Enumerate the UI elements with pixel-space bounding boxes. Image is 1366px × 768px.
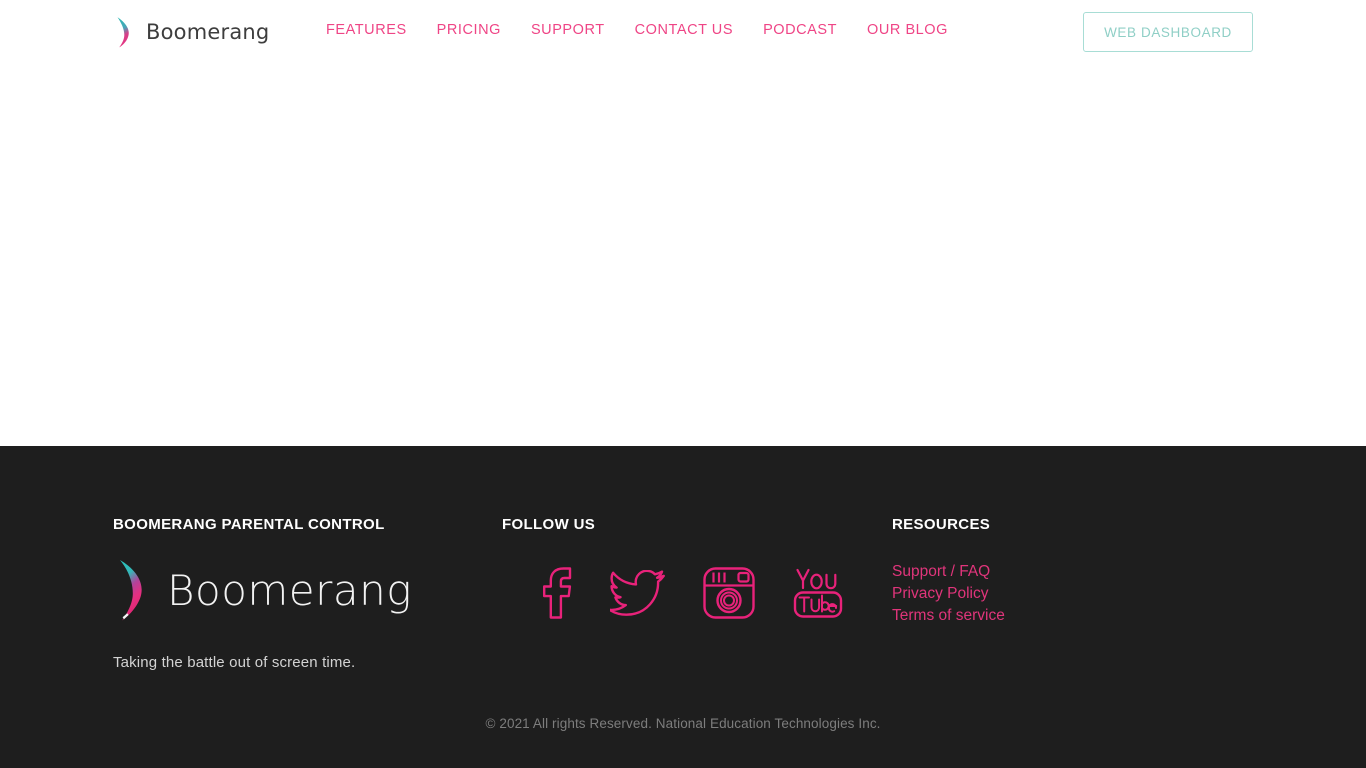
web-dashboard-button[interactable]: WEB DASHBOARD bbox=[1083, 12, 1253, 52]
footer-tagline: Taking the battle out of screen time. bbox=[113, 654, 356, 671]
social-link-twitter[interactable] bbox=[608, 569, 666, 616]
footer-heading-brand: BOOMERANG PARENTAL CONTROL bbox=[113, 516, 385, 533]
resource-link-privacy-policy[interactable]: Privacy Policy bbox=[892, 583, 1005, 605]
header-logo-wordmark: Boomerang bbox=[146, 20, 270, 44]
primary-nav: FEATURES PRICING SUPPORT CONTACT US PODC… bbox=[326, 22, 948, 38]
facebook-icon bbox=[543, 567, 572, 619]
social-links bbox=[540, 566, 844, 620]
site-header: Boomerang FEATURES PRICING SUPPORT CONTA… bbox=[0, 0, 1366, 64]
page-root: Boomerang FEATURES PRICING SUPPORT CONTA… bbox=[0, 0, 1366, 768]
footer-logo-wordmark: Boomerang bbox=[167, 565, 412, 615]
footer-heading-resources: RESOURCES bbox=[892, 516, 991, 533]
footer-heading-follow: FOLLOW US bbox=[502, 516, 596, 533]
nav-item-podcast[interactable]: PODCAST bbox=[763, 22, 837, 38]
boomerang-logo-icon bbox=[117, 17, 129, 48]
youtube-icon bbox=[793, 568, 843, 618]
resource-links: Support / FAQ Privacy Policy Terms of se… bbox=[892, 561, 1005, 627]
nav-item-our-blog[interactable]: OUR BLOG bbox=[867, 22, 948, 38]
instagram-icon bbox=[703, 567, 755, 619]
main-content-area bbox=[0, 64, 1366, 446]
nav-item-features[interactable]: FEATURES bbox=[326, 22, 407, 38]
social-link-instagram[interactable] bbox=[702, 566, 756, 620]
site-footer: BOOMERANG PARENTAL CONTROL Boomerang Tak… bbox=[0, 446, 1366, 768]
footer-logo: Boomerang bbox=[113, 555, 412, 625]
twitter-icon bbox=[608, 569, 665, 616]
resource-link-terms-of-service[interactable]: Terms of service bbox=[892, 605, 1005, 627]
header-logo-link[interactable]: Boomerang bbox=[113, 14, 269, 50]
nav-item-support[interactable]: SUPPORT bbox=[531, 22, 605, 38]
social-link-youtube[interactable] bbox=[792, 566, 844, 620]
nav-item-pricing[interactable]: PRICING bbox=[437, 22, 501, 38]
copyright-text: © 2021 All rights Reserved. National Edu… bbox=[485, 716, 881, 731]
boomerang-logo-icon bbox=[120, 560, 142, 621]
resource-link-support-faq[interactable]: Support / FAQ bbox=[892, 561, 1005, 583]
social-link-facebook[interactable] bbox=[540, 566, 574, 620]
nav-item-contact-us[interactable]: CONTACT US bbox=[635, 22, 733, 38]
